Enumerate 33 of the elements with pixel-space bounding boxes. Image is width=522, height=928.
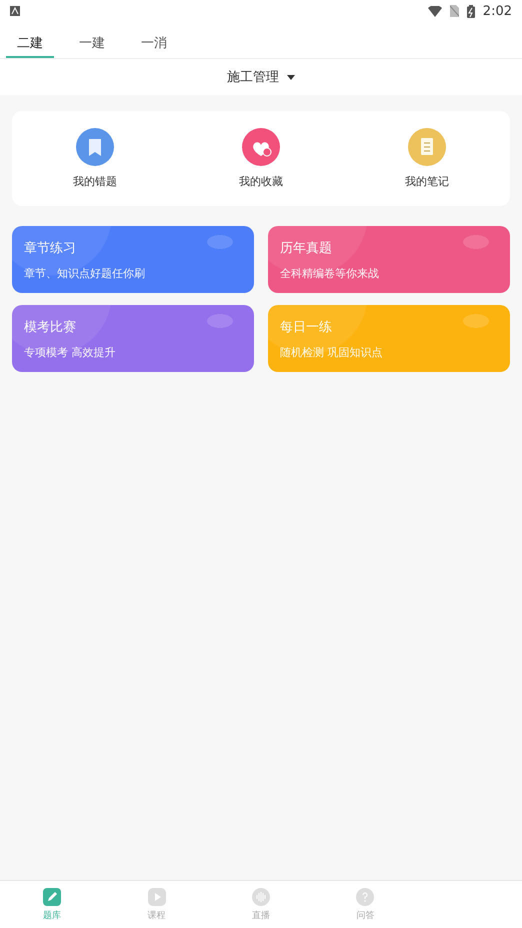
shortcut-button[interactable]: 我的笔记 [344,111,510,206]
pen-icon [42,887,62,907]
practice-card[interactable]: 历年真题 全科精编卷等你来战 [268,226,510,293]
practice-card[interactable]: 模考比赛 专项模考 高效提升 [12,305,254,372]
battery-icon [466,4,475,18]
question-icon [355,887,376,907]
shortcut-button[interactable]: 我的收藏 [178,111,344,206]
bookmark-icon [76,128,114,166]
nav-tab[interactable]: 直播 [208,881,314,928]
card-title: 模考比赛 [24,318,77,336]
caret-icon [287,74,295,80]
shortcut-button[interactable]: 我的错题 [12,111,178,206]
nav-tab[interactable]: 课程 [104,881,209,928]
nav-tab[interactable]: 题库 [0,881,104,928]
card-subtitle: 全科精编卷等你来战 [280,266,380,280]
notification-icon [10,6,20,16]
play-icon [146,887,167,907]
subject-dropdown[interactable]: 施工管理 [221,67,301,87]
card-title: 章节练习 [24,240,77,256]
wifi-icon [428,6,442,16]
wave-icon [250,887,271,907]
nav-tab[interactable]: 问答 [313,881,418,928]
card-subtitle: 随机检测 巩固知识点 [280,344,384,360]
card-title: 每日一练 [280,318,333,336]
card-subtitle: 专项模考 高效提升 [24,344,116,360]
card-subtitle: 章节、知识点好题任你刷 [24,266,146,280]
practice-card[interactable]: 章节练习 章节、知识点好题任你刷 [12,226,254,293]
exam-tab[interactable]: 一消 [130,22,178,58]
exam-tab[interactable]: 一建 [68,22,116,58]
clock-time: 2:02 [482,4,512,18]
note-icon [408,128,446,166]
no-sim-icon [450,5,459,17]
card-title: 历年真题 [280,240,333,256]
